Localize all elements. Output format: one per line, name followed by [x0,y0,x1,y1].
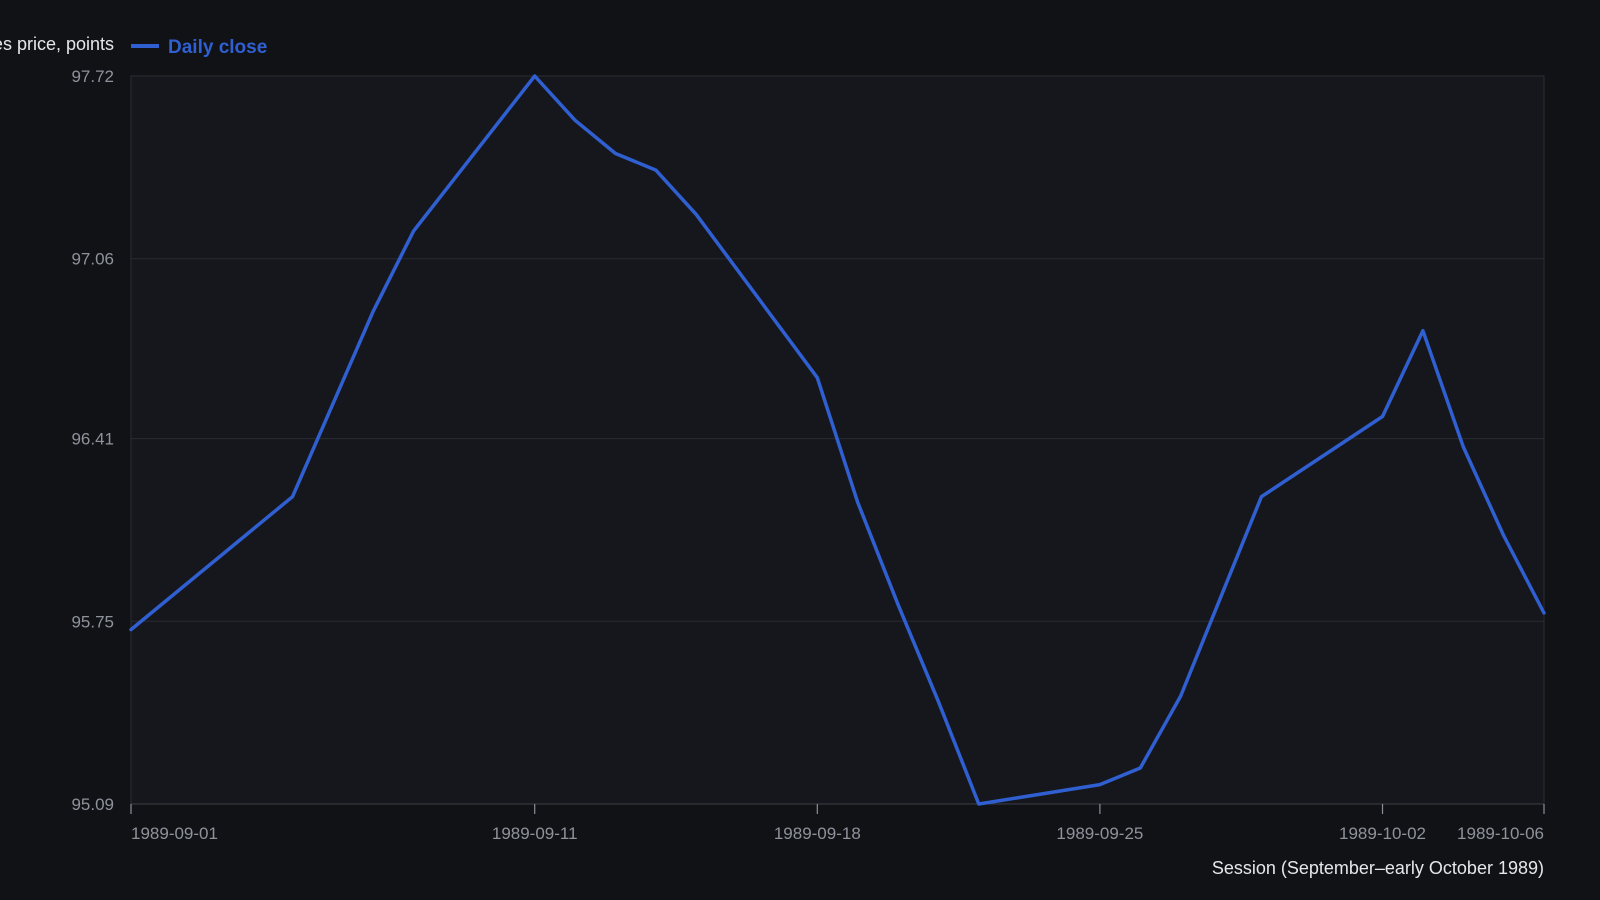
y-tick-label: 97.06 [71,250,114,269]
x-tick-label: 1989-10-02 [1339,824,1426,843]
line-chart: 95.0995.7596.4197.0697.72 1989-09-01 1989… [0,34,1546,878]
y-axis: 95.09 95.75 96.41 97.06 97.72 [71,67,114,814]
y-tick-label: 95.75 [71,612,114,631]
y-axis-title: Futures price, points [0,34,114,54]
x-axis-title: Session (September–early October 1989) [1212,858,1544,878]
x-axis: 1989-09-01 1989-09-11 1989-09-18 1989-09-25… [130,804,1545,843]
y-tick-label: 95.09 [71,795,114,814]
y-tick-label: 96.41 [71,430,114,449]
x-tick-label: 1989-10-06 [1457,824,1544,843]
x-tick-label: 1989-09-11 [492,824,578,843]
y-tick-label: 97.72 [71,67,114,86]
legend-label-daily-close: Daily close [168,37,267,58]
x-tick-label: 1989-09-25 [1056,824,1143,843]
x-tick-label: 1989-09-18 [774,824,861,843]
x-tick-label: 1989-09-01 [131,824,218,843]
